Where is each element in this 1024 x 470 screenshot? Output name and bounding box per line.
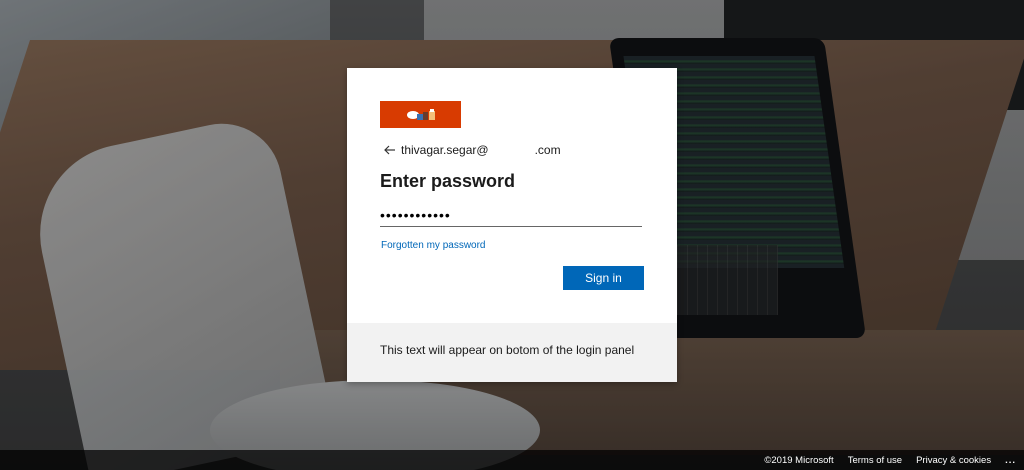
company-logo — [380, 101, 461, 128]
privacy-cookies-link[interactable]: Privacy & cookies — [916, 455, 991, 466]
back-arrow-icon[interactable] — [383, 143, 397, 157]
terms-of-use-link[interactable]: Terms of use — [848, 455, 902, 466]
panel-footer-text: This text will appear on botom of the lo… — [380, 343, 635, 357]
account-identity: thivagar.segar@ .com — [383, 142, 561, 157]
sign-in-button[interactable]: Sign in — [563, 266, 644, 290]
password-input[interactable] — [380, 204, 642, 227]
account-email: thivagar.segar@ .com — [401, 142, 561, 157]
footer-links: ©2019 Microsoft Terms of use Privacy & c… — [750, 450, 1016, 470]
account-email-suffix: .com — [534, 143, 561, 157]
page-title: Enter password — [380, 171, 516, 191]
forgot-password-link[interactable]: Forgotten my password — [381, 240, 486, 251]
panel-footer: This text will appear on botom of the lo… — [347, 323, 677, 382]
more-options-icon[interactable]: ... — [1005, 455, 1016, 466]
login-panel: thivagar.segar@ .com Enter password Forgo… — [347, 68, 677, 382]
logo-graphic — [407, 109, 435, 120]
page-footer-bar: ©2019 Microsoft Terms of use Privacy & c… — [0, 450, 1024, 470]
account-email-redacted — [489, 142, 535, 154]
copyright-text: ©2019 Microsoft — [764, 454, 834, 466]
account-email-prefix: thivagar.segar@ — [401, 143, 489, 157]
